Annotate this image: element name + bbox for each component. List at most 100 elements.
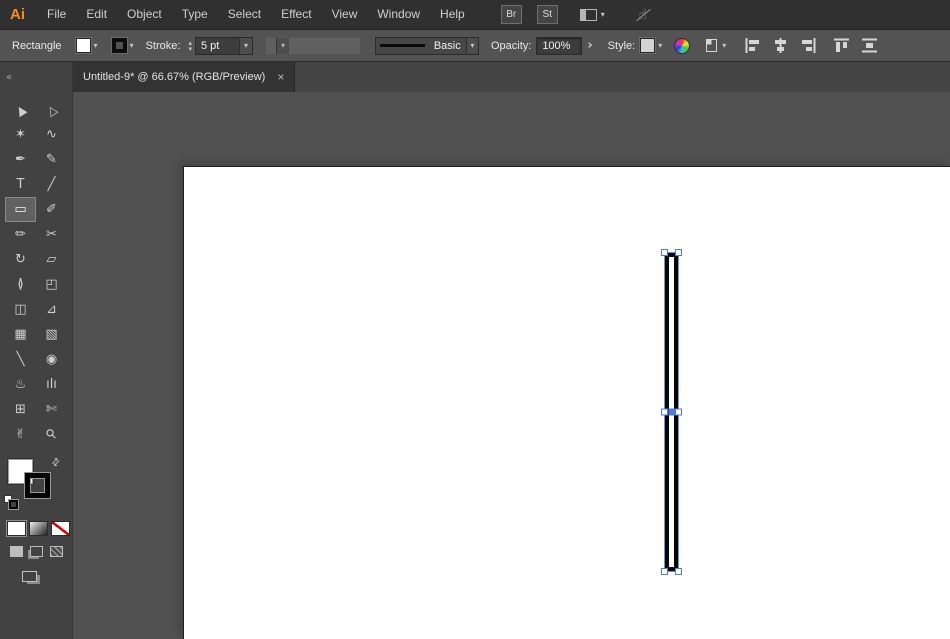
vertical-align-group bbox=[833, 37, 878, 54]
symbol-sprayer-tool[interactable]: ♨ bbox=[5, 372, 36, 397]
fill-stroke-control: ⇄ bbox=[0, 456, 72, 513]
draw-behind-button[interactable] bbox=[29, 546, 43, 557]
distribute-vertical-icon[interactable] bbox=[861, 37, 878, 54]
variable-width-profile-dropdown: ▾ bbox=[264, 36, 361, 55]
active-tool-label: Rectangle bbox=[12, 39, 62, 52]
tool-icon: ▦ bbox=[14, 327, 27, 342]
document-tab-bar: Untitled-9* @ 66.67% (RGB/Preview) × bbox=[73, 62, 950, 92]
menu-object[interactable]: Object bbox=[117, 0, 172, 29]
menu-file[interactable]: File bbox=[37, 0, 76, 29]
chevron-down-icon: ▾ bbox=[722, 40, 727, 50]
magic-wand-tool[interactable]: ✶ bbox=[5, 122, 36, 147]
shape-builder-tool[interactable]: ◫ bbox=[5, 297, 36, 322]
collapse-panel-icon[interactable]: « bbox=[6, 72, 12, 83]
mesh-tool[interactable]: ▦ bbox=[5, 322, 36, 347]
slice-tool[interactable]: ✄ bbox=[36, 397, 67, 422]
color-button[interactable] bbox=[7, 521, 26, 536]
blend-tool[interactable]: ◉ bbox=[36, 347, 67, 372]
swap-fill-stroke-icon[interactable]: ⇄ bbox=[49, 456, 63, 470]
selection-handle-bottom-left[interactable] bbox=[661, 568, 668, 575]
close-icon[interactable]: × bbox=[277, 70, 284, 84]
line-segment-tool[interactable]: ╱ bbox=[36, 172, 67, 197]
lasso-tool[interactable]: ∿ bbox=[36, 122, 67, 147]
scissors-tool[interactable]: ✂ bbox=[36, 222, 67, 247]
chevron-down-icon: ▾ bbox=[243, 40, 248, 50]
selection-handle-middle-left[interactable] bbox=[661, 408, 668, 416]
opacity-input[interactable]: 100% bbox=[536, 36, 583, 55]
artboard[interactable] bbox=[183, 166, 950, 639]
selection-handle-middle-right[interactable] bbox=[675, 408, 682, 416]
menu-select[interactable]: Select bbox=[218, 0, 271, 29]
stroke-weight-combo[interactable]: 5 pt ▾ bbox=[194, 36, 253, 55]
perspective-grid-tool[interactable]: ⊿ bbox=[36, 297, 67, 322]
artboard-tool[interactable]: ⊞ bbox=[5, 397, 36, 422]
selection-tool[interactable]: ▲ bbox=[5, 97, 36, 122]
graphic-style-dropdown[interactable]: ▾ bbox=[640, 38, 662, 53]
menu-type[interactable]: Type bbox=[172, 0, 218, 29]
selection-handle-top-right[interactable] bbox=[675, 249, 682, 256]
stroke-color-dropdown[interactable]: ▾ bbox=[111, 38, 134, 53]
brush-definition-dropdown[interactable]: Basic ▾ bbox=[374, 36, 479, 55]
align-center-icon[interactable] bbox=[772, 37, 789, 54]
stroke-color-well[interactable] bbox=[25, 473, 50, 498]
stepper-down-icon[interactable]: ▾ bbox=[188, 45, 192, 52]
shaper-tool[interactable]: ✏ bbox=[5, 222, 36, 247]
selected-rectangle[interactable] bbox=[661, 249, 682, 575]
selection-handle-top-left[interactable] bbox=[661, 249, 668, 256]
tool-icon: ◰ bbox=[45, 277, 58, 292]
paintbrush-tool[interactable]: ✐ bbox=[36, 197, 67, 222]
draw-inside-button[interactable] bbox=[49, 546, 63, 557]
default-fill-stroke-icon[interactable] bbox=[4, 495, 18, 509]
gradient-button[interactable] bbox=[29, 521, 48, 536]
align-left-icon[interactable] bbox=[744, 37, 761, 54]
rotate-tool[interactable]: ↻ bbox=[5, 247, 36, 272]
document-icon bbox=[706, 39, 718, 52]
tool-icon: ✄ bbox=[46, 402, 57, 417]
align-top-icon[interactable] bbox=[833, 37, 850, 54]
bridge-button[interactable]: Br bbox=[500, 5, 522, 24]
tool-icon: ◫ bbox=[14, 302, 27, 317]
selection-center-point[interactable] bbox=[668, 408, 675, 416]
gradient-tool[interactable]: ▧ bbox=[36, 322, 67, 347]
pen-tool[interactable]: ✒ bbox=[5, 147, 36, 172]
menu-effect[interactable]: Effect bbox=[271, 0, 321, 29]
tool-icon: ⊞ bbox=[15, 402, 26, 417]
stroke-weight-stepper[interactable]: ▴ ▾ bbox=[188, 39, 192, 52]
selection-handle-bottom-right[interactable] bbox=[675, 568, 682, 575]
fill-color-dropdown[interactable]: ▾ bbox=[75, 38, 98, 53]
menu-edit[interactable]: Edit bbox=[76, 0, 117, 29]
rectangle-tool[interactable]: ▭ bbox=[5, 197, 36, 222]
width-tool[interactable]: ≬ bbox=[5, 272, 36, 297]
tool-icon: ♨ bbox=[14, 377, 27, 392]
type-tool[interactable]: T bbox=[5, 172, 36, 197]
scale-tool[interactable]: ▱ bbox=[36, 247, 67, 272]
curvature-tool[interactable]: ✎ bbox=[36, 147, 67, 172]
hand-tool[interactable]: ✌ bbox=[5, 422, 36, 447]
none-button[interactable] bbox=[51, 521, 70, 536]
tool-icon: ▧ bbox=[45, 327, 58, 342]
touch-workspace-icon[interactable]: ☝ bbox=[635, 7, 651, 23]
canvas[interactable] bbox=[73, 92, 950, 639]
menubar: Ai File Edit Object Type Select Effect V… bbox=[0, 0, 950, 30]
menu-view[interactable]: View bbox=[322, 0, 368, 29]
column-graph-tool[interactable]: ılı bbox=[36, 372, 67, 397]
horizontal-align-group bbox=[744, 37, 817, 54]
free-transform-tool[interactable]: ◰ bbox=[36, 272, 67, 297]
document-setup-dropdown[interactable]: ▾ bbox=[704, 38, 726, 53]
recolor-artwork-icon[interactable] bbox=[674, 37, 691, 54]
menu-help[interactable]: Help bbox=[430, 0, 475, 29]
tool-icon: ılı bbox=[46, 377, 57, 392]
menu-window[interactable]: Window bbox=[367, 0, 430, 29]
stock-button[interactable]: St bbox=[536, 5, 558, 24]
draw-normal-button[interactable] bbox=[9, 546, 23, 557]
tool-icon: ╱ bbox=[47, 177, 56, 192]
workspace-switcher[interactable]: ▾ bbox=[579, 8, 605, 21]
eyedropper-tool[interactable]: ╲ bbox=[5, 347, 36, 372]
align-right-icon[interactable] bbox=[800, 37, 817, 54]
document-tab[interactable]: Untitled-9* @ 66.67% (RGB/Preview) × bbox=[73, 62, 296, 92]
zoom-tool[interactable]: ⚲ bbox=[36, 422, 67, 447]
direct-selection-tool[interactable]: △ bbox=[36, 97, 67, 122]
change-screen-mode-button[interactable] bbox=[22, 571, 37, 582]
opacity-expand-icon[interactable]: › bbox=[584, 38, 595, 53]
style-label: Style: bbox=[607, 39, 636, 52]
